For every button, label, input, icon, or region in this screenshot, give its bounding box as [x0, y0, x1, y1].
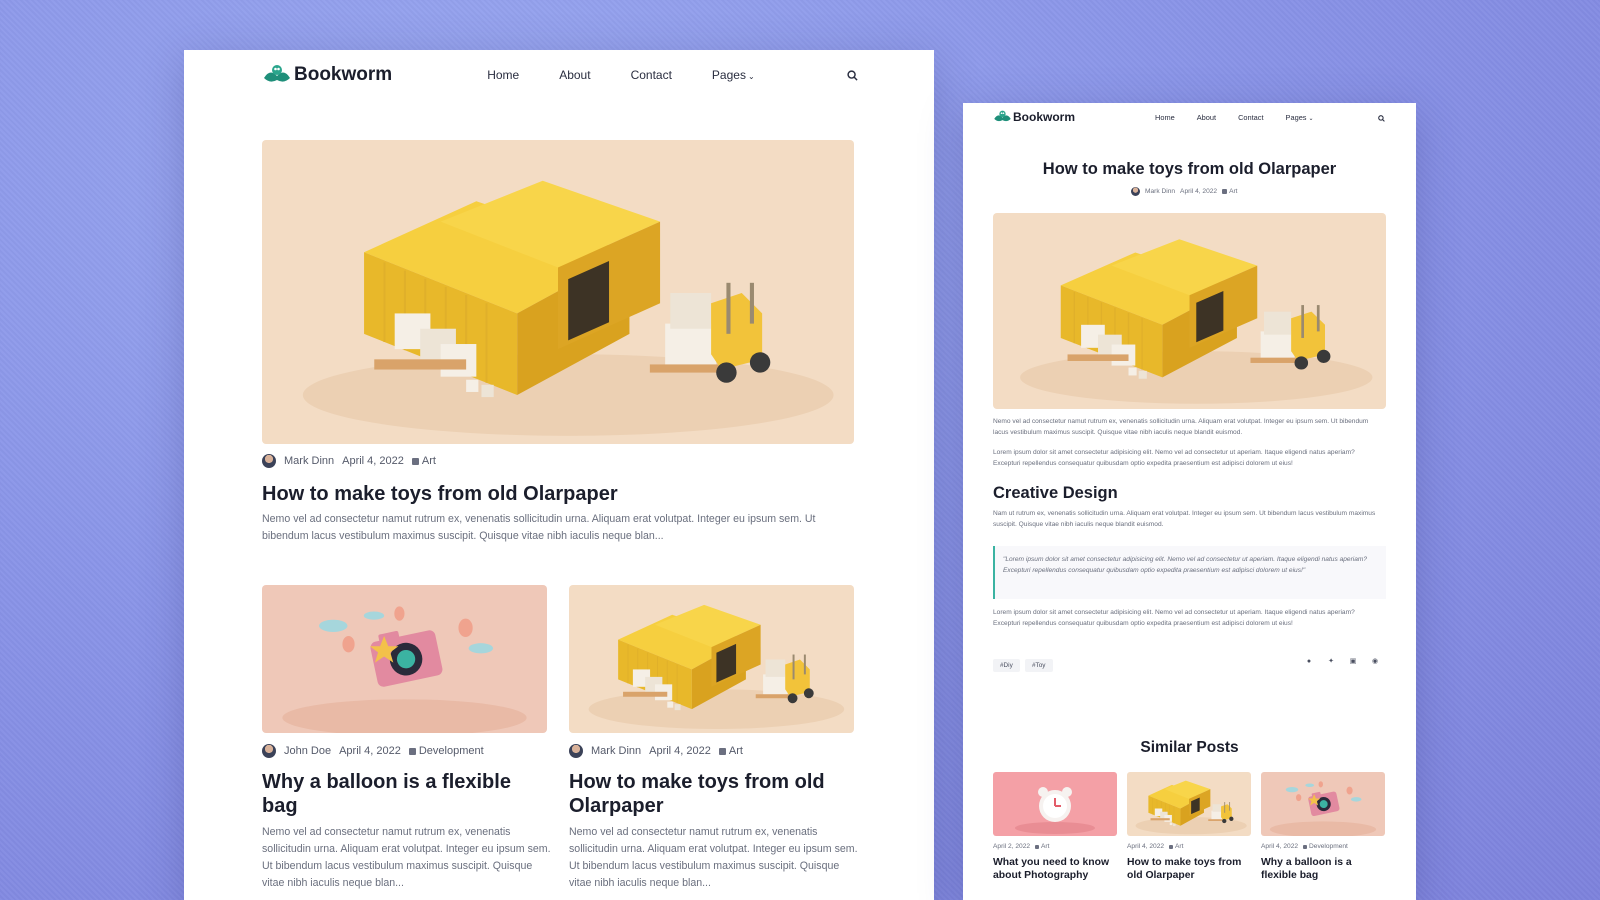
- post-title[interactable]: Why a balloon is a flexible bag: [262, 770, 547, 819]
- nav-pages-label: Pages: [711, 68, 746, 82]
- post-category[interactable]: Art: [1175, 843, 1183, 850]
- nav-contact[interactable]: Contact: [1238, 113, 1263, 122]
- featured-post-excerpt: Nemo vel ad consectetur namut rutrum ex,…: [262, 513, 816, 542]
- blockquote: "Lorem ipsum dolor sit amet consectetur …: [993, 546, 1386, 599]
- nav-about[interactable]: About: [559, 68, 590, 82]
- post-date: April 4, 2022: [339, 745, 401, 757]
- post-meta: John Doe April 4, 2022 Development: [262, 744, 484, 758]
- nav-home[interactable]: Home: [487, 68, 519, 82]
- post-date: April 4, 2022: [1261, 843, 1299, 850]
- twitter-icon[interactable]: ✦: [1327, 658, 1335, 666]
- author-name[interactable]: John Doe: [284, 745, 331, 757]
- post-category[interactable]: Art: [729, 745, 743, 757]
- brand-name: Bookworm: [1013, 110, 1076, 124]
- similar-post-meta: April 4, 2022 Art: [1127, 843, 1251, 850]
- pinterest-icon[interactable]: ◉: [1371, 658, 1379, 666]
- post-excerpt: Nemo vel ad consectetur namut rutrum ex,…: [569, 826, 858, 889]
- nav-contact[interactable]: Contact: [631, 68, 672, 82]
- post-category[interactable]: Development: [419, 745, 484, 757]
- post-detail-preview: Bookworm Home About Contact Pages ⌄ How t…: [963, 103, 1416, 900]
- post-date: April 2, 2022: [993, 843, 1031, 850]
- search-icon[interactable]: [847, 70, 858, 81]
- similar-post-image[interactable]: [993, 772, 1117, 836]
- category-icon: [408, 747, 416, 755]
- tag-chip[interactable]: #Toy: [1025, 659, 1053, 672]
- homepage-preview: Bookworm Home About Contact Pages ⌄ Mark …: [184, 50, 934, 900]
- chevron-down-icon: ⌄: [1308, 115, 1314, 122]
- similar-post-meta: April 4, 2022 Development: [1261, 843, 1385, 850]
- post-category[interactable]: Art: [422, 455, 436, 467]
- featured-post-meta: Mark Dinn April 4, 2022 Art: [262, 454, 436, 468]
- similar-post-title[interactable]: How to make toys from old Olarpaper: [1127, 856, 1251, 882]
- category-icon: [411, 457, 419, 465]
- post-excerpt: Nemo vel ad consectetur namut rutrum ex,…: [262, 826, 551, 889]
- article-title: How to make toys from old Olarpaper: [1042, 160, 1337, 178]
- similar-post-card[interactable]: April 2, 2022 Art What you need to know …: [993, 772, 1117, 882]
- similar-post-title[interactable]: What you need to know about Photography: [993, 856, 1117, 882]
- similar-post-card[interactable]: April 4, 2022 Art How to make toys from …: [1127, 772, 1251, 882]
- category-icon: [1035, 844, 1040, 849]
- category-icon: [1169, 844, 1174, 849]
- bookworm-logo-icon: [264, 65, 290, 82]
- article-paragraph: Lorem ipsum dolor sit amet consectetur a…: [993, 449, 1355, 468]
- post-title[interactable]: How to make toys from old Olarpaper: [569, 770, 854, 819]
- author-name[interactable]: Mark Dinn: [1145, 188, 1175, 195]
- nav-home[interactable]: Home: [1155, 113, 1175, 122]
- post-category[interactable]: Art: [1041, 843, 1049, 850]
- post-date: April 4, 2022: [1127, 843, 1165, 850]
- main-nav: Bookworm Home About Contact Pages ⌄: [262, 62, 862, 88]
- author-name[interactable]: Mark Dinn: [284, 455, 334, 467]
- author-name[interactable]: Mark Dinn: [591, 745, 641, 757]
- section-heading: Creative Design: [993, 484, 1118, 502]
- post-category[interactable]: Art: [1229, 188, 1237, 195]
- avatar: [569, 744, 583, 758]
- article-paragraph: Lorem ipsum dolor sit amet consectetur a…: [993, 609, 1355, 628]
- article-meta: Mark Dinn April 4, 2022 Art: [1131, 187, 1238, 196]
- article-image: [993, 213, 1386, 409]
- nav-pages[interactable]: Pages ⌄: [1286, 113, 1314, 122]
- post-date: April 4, 2022: [1180, 188, 1218, 195]
- facebook-icon[interactable]: ●: [1305, 658, 1313, 666]
- brand-logo[interactable]: Bookworm: [262, 64, 392, 86]
- similar-post-meta: April 2, 2022 Art: [993, 843, 1117, 850]
- nav-pages[interactable]: Pages ⌄: [712, 68, 755, 82]
- featured-post-image[interactable]: [262, 140, 854, 444]
- post-image[interactable]: [262, 585, 547, 733]
- brand-name: Bookworm: [294, 64, 393, 85]
- post-image[interactable]: [569, 585, 854, 733]
- post-meta: Mark Dinn April 4, 2022 Art: [569, 744, 743, 758]
- brand-logo[interactable]: Bookworm: [993, 110, 1075, 124]
- featured-post-title[interactable]: How to make toys from old Olarpaper: [262, 482, 854, 506]
- article-paragraph: Nemo vel ad consectetur namut rutrum ex,…: [993, 418, 1369, 437]
- search-icon[interactable]: [1378, 115, 1385, 122]
- category-icon: [718, 747, 726, 755]
- article-paragraph: Nam ut rutrum ex, venenatis sollicitudin…: [993, 510, 1376, 529]
- similar-post-card[interactable]: April 4, 2022 Development Why a balloon …: [1261, 772, 1385, 882]
- avatar: [262, 744, 276, 758]
- post-date: April 4, 2022: [342, 455, 404, 467]
- avatar: [262, 454, 276, 468]
- avatar: [1131, 187, 1140, 196]
- category-icon: [1222, 189, 1228, 194]
- bookworm-logo-icon: [994, 110, 1011, 122]
- post-category[interactable]: Development: [1309, 843, 1348, 850]
- nav-pages-label: Pages: [1285, 112, 1307, 122]
- chevron-down-icon: ⌄: [747, 72, 755, 81]
- linkedin-icon[interactable]: ▣: [1349, 658, 1357, 666]
- similar-post-image[interactable]: [1261, 772, 1385, 836]
- category-icon: [1303, 844, 1308, 849]
- similar-post-title[interactable]: Why a balloon is a flexible bag: [1261, 856, 1385, 882]
- similar-posts-heading: Similar Posts: [1140, 739, 1239, 756]
- nav-about[interactable]: About: [1197, 113, 1216, 122]
- main-nav: Bookworm Home About Contact Pages ⌄: [993, 109, 1393, 125]
- tag-chip[interactable]: #Diy: [993, 659, 1020, 672]
- similar-post-image[interactable]: [1127, 772, 1251, 836]
- post-date: April 4, 2022: [649, 745, 711, 757]
